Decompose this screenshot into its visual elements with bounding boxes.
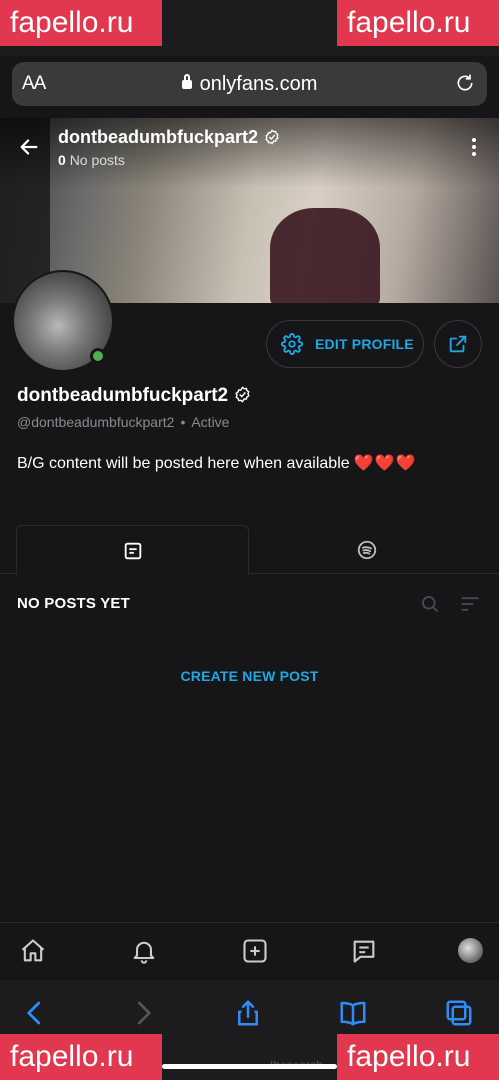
edit-profile-label: EDIT PROFILE <box>315 336 414 352</box>
profile-bio: B/G content will be posted here when ava… <box>17 453 416 473</box>
watermark-bottom-right: fapello.ru <box>337 1034 499 1080</box>
url-display[interactable]: onlyfans.com <box>12 73 487 96</box>
bio-text: B/G content will be posted here when ava… <box>17 455 350 472</box>
separator: • <box>180 414 186 430</box>
tab-posts[interactable] <box>16 525 249 575</box>
online-status-dot <box>90 348 106 364</box>
verified-icon <box>265 129 279 145</box>
bookmarks-icon[interactable] <box>338 998 368 1028</box>
watermark-bottom-left: fapello.ru <box>0 1034 162 1080</box>
browser-share-icon[interactable] <box>233 998 263 1028</box>
watermark-top-left: fapello.ru <box>0 0 162 46</box>
add-post-icon[interactable] <box>241 937 269 965</box>
handle-text: @dontbeadumbfuckpart2 <box>17 414 175 430</box>
profile-name-text: dontbeadumbfuckpart2 <box>17 385 229 406</box>
activity-status: Active <box>191 414 230 430</box>
cover-username: dontbeadumbfuckpart2 <box>58 127 280 148</box>
back-arrow-icon[interactable] <box>18 136 40 158</box>
share-icon <box>449 335 467 353</box>
verified-icon <box>235 386 250 403</box>
profile-nav-avatar[interactable] <box>458 938 483 963</box>
messages-icon[interactable] <box>350 937 378 965</box>
reload-icon[interactable] <box>455 73 475 93</box>
gear-icon <box>281 333 303 355</box>
sort-icon[interactable] <box>460 595 480 613</box>
content-tabs <box>0 525 499 575</box>
create-new-post-link[interactable]: CREATE NEW POST <box>0 668 499 684</box>
profile-handle: @dontbeadumbfuckpart2 • Active <box>17 414 229 430</box>
watermark-top-right: fapello.ru <box>337 0 499 46</box>
more-options-icon[interactable] <box>472 138 478 158</box>
heart-emoji: ❤️❤️❤️ <box>353 455 417 472</box>
tab-spotify[interactable] <box>250 525 483 574</box>
home-icon[interactable] <box>19 937 47 965</box>
spotify-icon <box>357 540 376 559</box>
browser-forward-icon[interactable] <box>128 998 158 1028</box>
bell-icon[interactable] <box>130 937 158 965</box>
edit-profile-button[interactable]: EDIT PROFILE <box>266 320 424 368</box>
home-indicator[interactable] <box>162 1064 337 1069</box>
cover-post-count: 0 No posts <box>58 152 125 168</box>
app-bottom-nav <box>0 922 499 980</box>
share-profile-button[interactable] <box>434 320 482 368</box>
lock-icon <box>181 74 192 89</box>
profile-name: dontbeadumbfuckpart2 <box>17 385 251 407</box>
cover-username-text: dontbeadumbfuckpart2 <box>58 127 259 147</box>
tabs-icon[interactable] <box>444 998 474 1028</box>
browser-back-icon[interactable] <box>20 998 50 1028</box>
no-posts-heading: NO POSTS YET <box>17 595 130 612</box>
address-bar[interactable]: AA onlyfans.com <box>12 62 487 106</box>
search-icon[interactable] <box>420 594 440 614</box>
posts-icon <box>124 542 141 559</box>
url-text: onlyfans.com <box>199 73 318 95</box>
